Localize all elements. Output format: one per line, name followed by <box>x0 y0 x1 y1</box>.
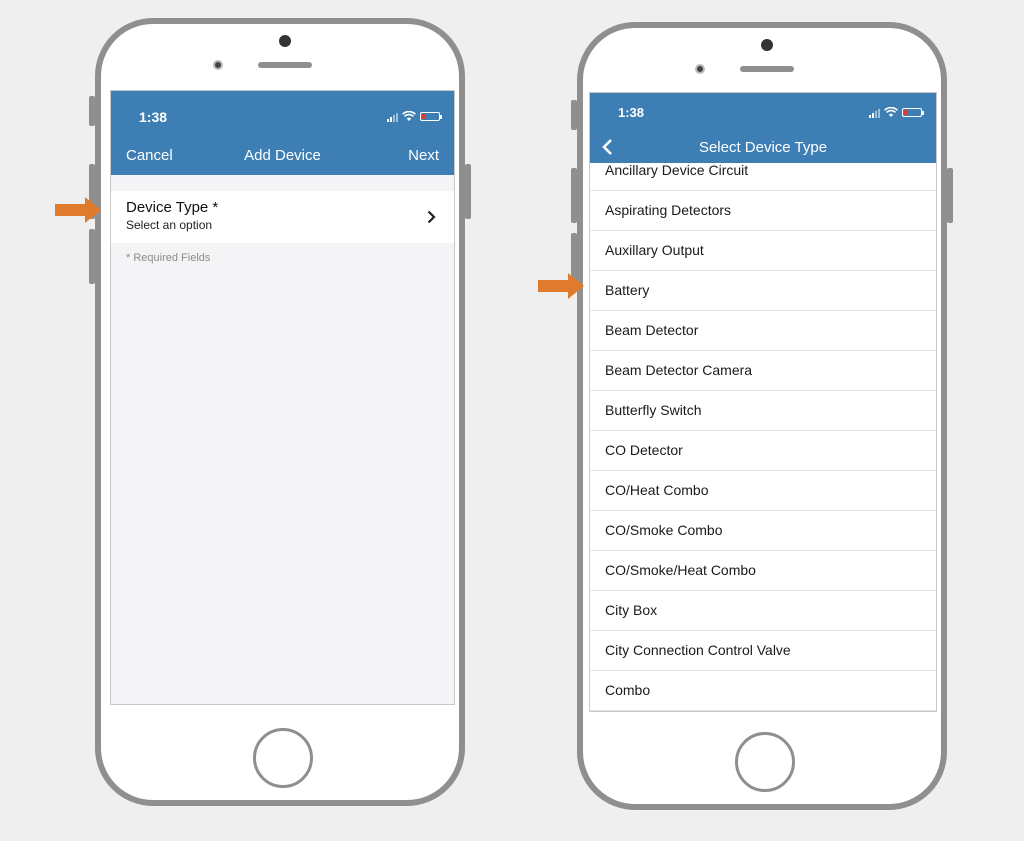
proximity-sensor <box>213 60 223 70</box>
arrow-right-icon <box>55 197 101 223</box>
home-button[interactable] <box>253 728 313 788</box>
volume-up-button <box>571 168 577 223</box>
status-time: 1:38 <box>618 105 645 120</box>
device-type-value: Select an option <box>126 218 213 232</box>
list-item[interactable]: CO/Heat Combo <box>590 471 936 511</box>
device-type-field[interactable]: Device Type * Select an option <box>111 191 454 243</box>
status-icons <box>387 111 442 122</box>
right-screen: 1:38 Select Device Type Ancillary Device… <box>589 92 937 712</box>
wifi-icon <box>402 111 416 121</box>
list-item[interactable]: Battery <box>590 271 936 311</box>
power-button <box>947 168 953 223</box>
front-camera <box>761 39 773 51</box>
battery-icon <box>420 112 442 121</box>
mute-switch <box>89 96 95 126</box>
required-fields-note: * Required Fields <box>126 252 211 264</box>
earpiece-speaker <box>740 66 794 72</box>
list-item[interactable]: City Connection Control Valve <box>590 631 936 671</box>
status-icons <box>869 107 924 118</box>
power-button <box>465 164 471 219</box>
earpiece-speaker <box>258 62 312 68</box>
list-item[interactable]: Ancillary Device Circuit <box>590 151 936 191</box>
left-screen: 1:38 Cancel Add Device Next Device Type … <box>110 90 455 705</box>
list-item[interactable]: Combo <box>590 671 936 711</box>
list-item[interactable]: City Box <box>590 591 936 631</box>
list-item[interactable]: Aspirating Detectors <box>590 191 936 231</box>
chevron-right-icon <box>427 210 436 224</box>
list-item[interactable]: CO/Smoke Combo <box>590 511 936 551</box>
battery-icon <box>902 108 924 117</box>
left-phone-frame: 1:38 Cancel Add Device Next Device Type … <box>89 18 471 806</box>
device-type-label: Device Type * <box>126 199 219 216</box>
page-title: Add Device <box>244 147 321 164</box>
mute-switch <box>571 100 577 130</box>
wifi-icon <box>884 107 898 117</box>
list-item[interactable]: Butterfly Switch <box>590 391 936 431</box>
home-button[interactable] <box>735 732 795 792</box>
right-phone-frame: 1:38 Select Device Type Ancillary Device… <box>571 22 953 810</box>
list-item[interactable]: CO/Smoke/Heat Combo <box>590 551 936 591</box>
list-item[interactable]: Beam Detector <box>590 311 936 351</box>
status-time: 1:38 <box>139 109 168 125</box>
volume-down-button <box>89 229 95 284</box>
arrow-right-icon <box>538 273 584 299</box>
left-navbar: 1:38 Cancel Add Device Next <box>111 91 454 175</box>
list-item[interactable]: Auxillary Output <box>590 231 936 271</box>
list-item[interactable]: CO Detector <box>590 431 936 471</box>
list-item[interactable]: Beam Detector Camera <box>590 351 936 391</box>
proximity-sensor <box>695 64 705 74</box>
signal-icon <box>387 112 398 122</box>
front-camera <box>279 35 291 47</box>
signal-icon <box>869 108 880 118</box>
next-button[interactable]: Next <box>408 147 439 164</box>
